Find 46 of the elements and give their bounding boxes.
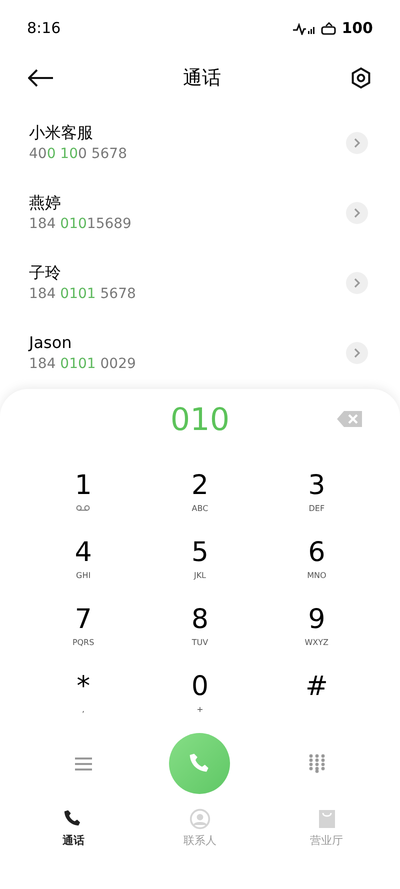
clock: 8:16 — [27, 18, 61, 40]
phone-number: 184 0101 0029 — [29, 355, 136, 374]
phone-number: 184 01015689 — [29, 215, 132, 234]
contact-row[interactable]: 燕婷 184 01015689 — [0, 178, 400, 248]
dial-key[interactable]: 7 PQRS — [25, 603, 142, 670]
dial-key[interactable]: 2 ABC — [142, 469, 258, 536]
dial-key[interactable]: 6 MNO — [258, 536, 375, 603]
dial-key[interactable]: 5 JKL — [142, 536, 258, 603]
voicemail-icon — [76, 505, 90, 511]
details-button[interactable] — [346, 342, 368, 364]
contact-name: 子玲 — [29, 262, 62, 284]
backspace-icon[interactable] — [337, 411, 362, 427]
chevron-right-icon — [354, 278, 360, 288]
details-button[interactable] — [346, 202, 368, 224]
chevron-right-icon — [354, 138, 360, 148]
person-icon — [188, 808, 211, 830]
contact-name: 小米客服 — [29, 122, 94, 144]
back-arrow-icon[interactable] — [28, 69, 54, 87]
details-button[interactable] — [346, 272, 368, 294]
dial-key[interactable]: 3 DEF — [258, 469, 375, 536]
details-button[interactable] — [346, 132, 368, 154]
dialed-number: 010 — [170, 400, 230, 440]
battery-level: 100 — [342, 18, 373, 40]
page-title: 通话 — [183, 66, 221, 91]
phone-number: 400 100 5678 — [29, 145, 127, 164]
phone-number: 184 0101 5678 — [29, 285, 136, 304]
dial-key[interactable]: 1 — [25, 469, 142, 536]
chevron-right-icon — [354, 348, 360, 358]
dialpad-icon[interactable] — [308, 754, 325, 773]
contact-row[interactable]: 子玲 184 0101 5678 — [0, 248, 400, 318]
dial-key[interactable]: 4 GHI — [25, 536, 142, 603]
nav-tab[interactable]: 通话 — [10, 808, 137, 850]
contact-name: 燕婷 — [29, 192, 62, 214]
signal-icon — [292, 22, 315, 34]
dial-key[interactable]: # — [258, 670, 375, 737]
dial-key[interactable]: 0 + — [142, 670, 258, 737]
menu-icon[interactable] — [74, 756, 92, 770]
contact-row[interactable]: Jason 184 0101 0029 — [0, 318, 400, 388]
bag-icon — [316, 808, 337, 830]
dial-key[interactable]: 9 WXYZ — [258, 603, 375, 670]
dial-key[interactable]: 8 TUV — [142, 603, 258, 670]
contact-row[interactable]: 小米客服 400 100 5678 — [0, 108, 400, 178]
contact-name: Jason — [29, 332, 73, 354]
settings-icon[interactable] — [350, 67, 372, 89]
dial-key[interactable]: * , — [25, 670, 142, 737]
chevron-right-icon — [354, 208, 360, 218]
